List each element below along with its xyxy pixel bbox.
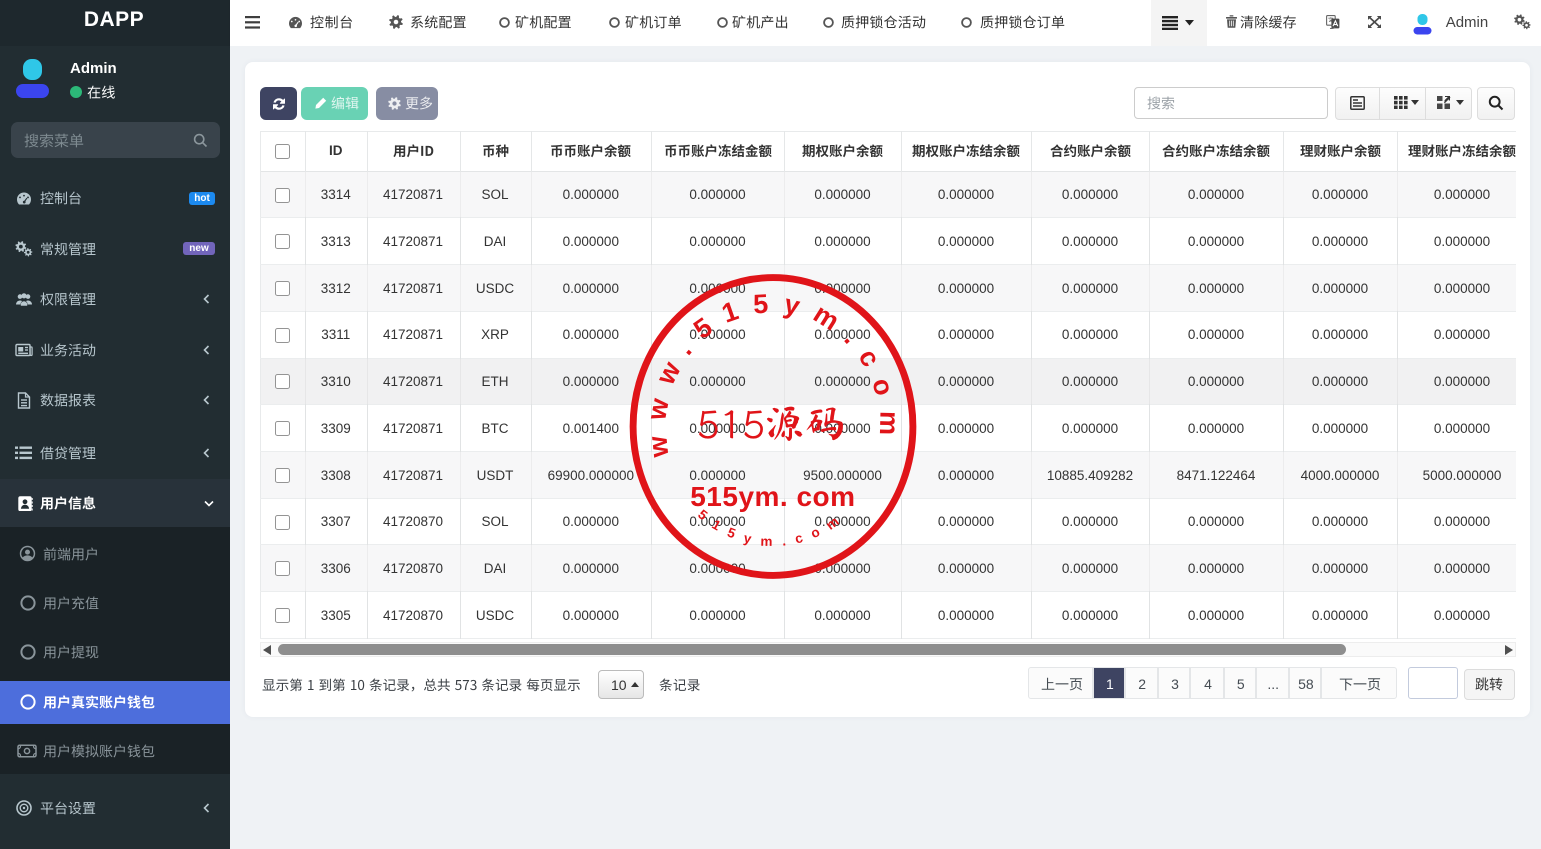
svg-text:515ym. com: 515ym. com [690,480,855,511]
svg-text:515ym.com: 515ym.com [695,506,850,548]
